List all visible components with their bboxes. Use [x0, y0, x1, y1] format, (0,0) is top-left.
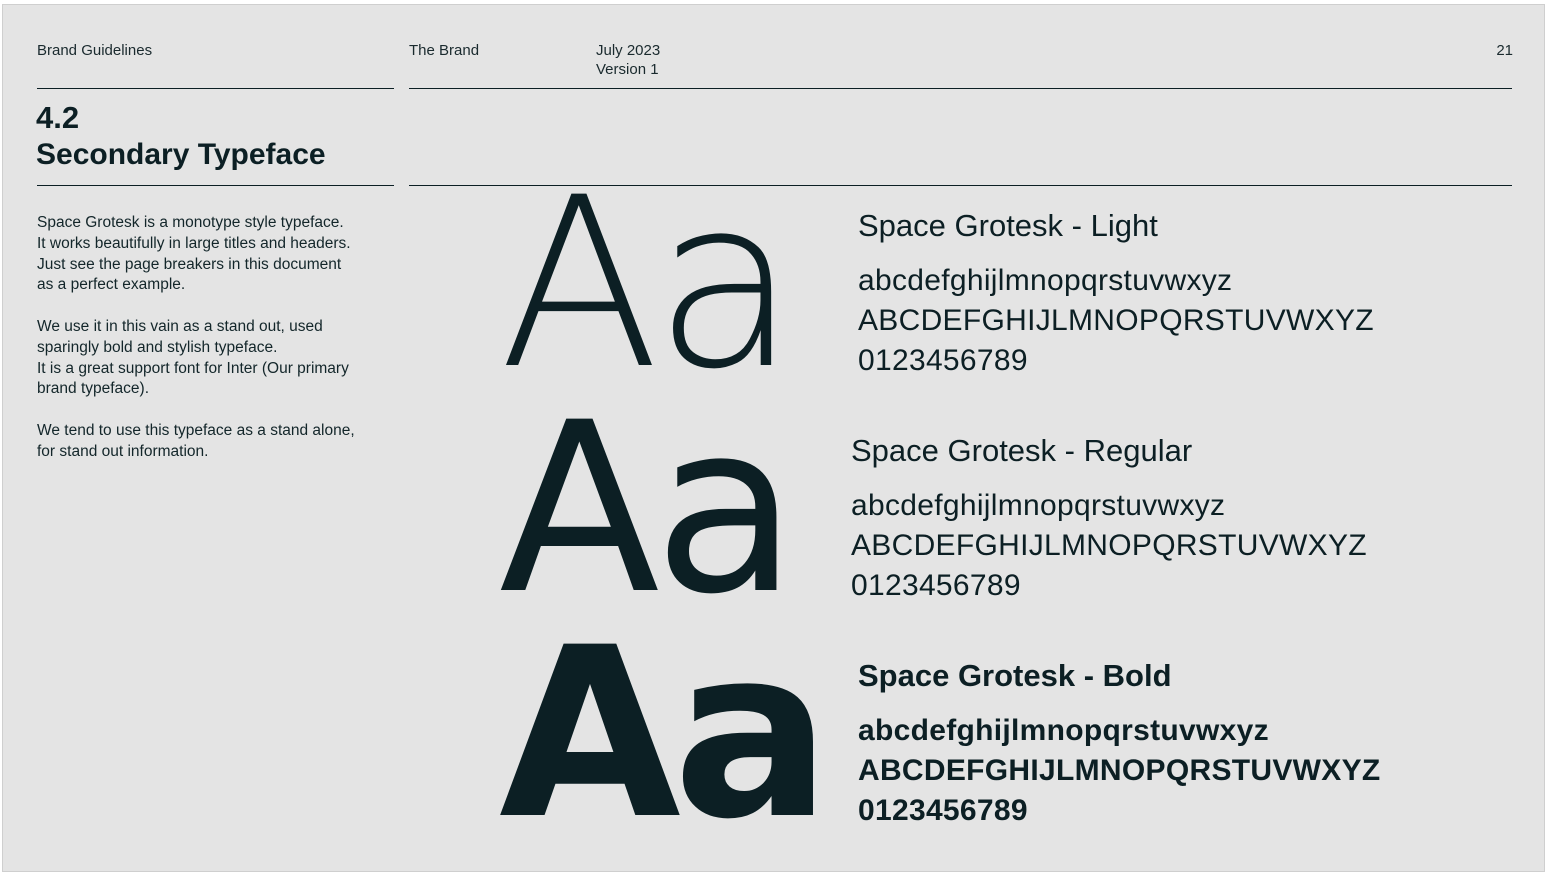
- body-line: Space Grotesk is a monotype style typefa…: [37, 214, 344, 231]
- specimen-lowercase: abcdefghijlmnopqrstuvwxyz: [851, 489, 1226, 522]
- specimen-glyph-light: Aa: [499, 148, 798, 421]
- specimen-numerals: 0123456789: [851, 569, 1021, 602]
- specimen-lowercase: abcdefghijlmnopqrstuvwxyz: [858, 264, 1233, 297]
- specimen-name: Space Grotesk - Bold: [858, 658, 1172, 693]
- body-paragraph-1: Space Grotesk is a monotype style typefa…: [37, 213, 397, 296]
- section-label: The Brand: [409, 42, 480, 59]
- date-label: July 2023: [596, 42, 661, 59]
- body-paragraph-2: We use it in this vain as a stand out, u…: [37, 317, 397, 400]
- header-divider-right: [409, 88, 1512, 89]
- body-line: as a perfect example.: [37, 276, 186, 294]
- specimen-uppercase: ABCDEFGHIJLMNOPQRSTUVWXYZ: [851, 529, 1367, 562]
- header-divider-left: [37, 88, 394, 89]
- body-paragraph-3: We tend to use this typeface as a stand …: [37, 421, 397, 463]
- doc-title: Brand Guidelines: [37, 42, 153, 59]
- guideline-page: Brand Guidelines The Brand July 2023 Ver…: [2, 4, 1545, 872]
- specimen-name: Space Grotesk - Light: [858, 208, 1158, 243]
- specimen-uppercase: ABCDEFGHIJLMNOPQRSTUVWXYZ: [858, 754, 1381, 787]
- page-number: 21: [1496, 42, 1513, 59]
- version-label: Version 1: [596, 61, 659, 78]
- specimen-name: Space Grotesk - Regular: [851, 433, 1193, 468]
- body-line: brand typeface).: [37, 380, 150, 398]
- section-number: 4.2: [36, 100, 80, 135]
- body-line: It is a great support font for Inter (Ou…: [37, 359, 349, 377]
- specimen-regular: Space Grotesk - Regular abcdefghijlmnopq…: [851, 433, 1367, 606]
- specimen-glyph-bold: Aa: [499, 598, 831, 871]
- specimen-numerals: 0123456789: [858, 344, 1028, 377]
- title-divider-left: [37, 185, 394, 186]
- specimen-glyph-regular: Aa: [499, 373, 798, 646]
- specimen-light: Space Grotesk - Light abcdefghijlmnopqrs…: [858, 208, 1374, 381]
- body-line: It works beautifully in large titles and…: [37, 234, 351, 252]
- body-line: sparingly bold and stylish typeface.: [37, 338, 278, 356]
- specimen-bold: Space Grotesk - Bold abcdefghijlmnopqrst…: [858, 658, 1381, 831]
- body-line: for stand out information.: [37, 442, 209, 460]
- body-line: We tend to use this typeface as a stand …: [37, 422, 355, 439]
- body-line: Just see the page breakers in this docum…: [37, 255, 342, 273]
- specimen-numerals: 0123456789: [858, 794, 1028, 827]
- section-title: Secondary Typeface: [36, 138, 326, 171]
- specimen-lowercase: abcdefghijlmnopqrstuvwxyz: [858, 714, 1269, 747]
- body-line: We use it in this vain as a stand out, u…: [37, 318, 323, 335]
- specimen-uppercase: ABCDEFGHIJLMNOPQRSTUVWXYZ: [858, 304, 1374, 337]
